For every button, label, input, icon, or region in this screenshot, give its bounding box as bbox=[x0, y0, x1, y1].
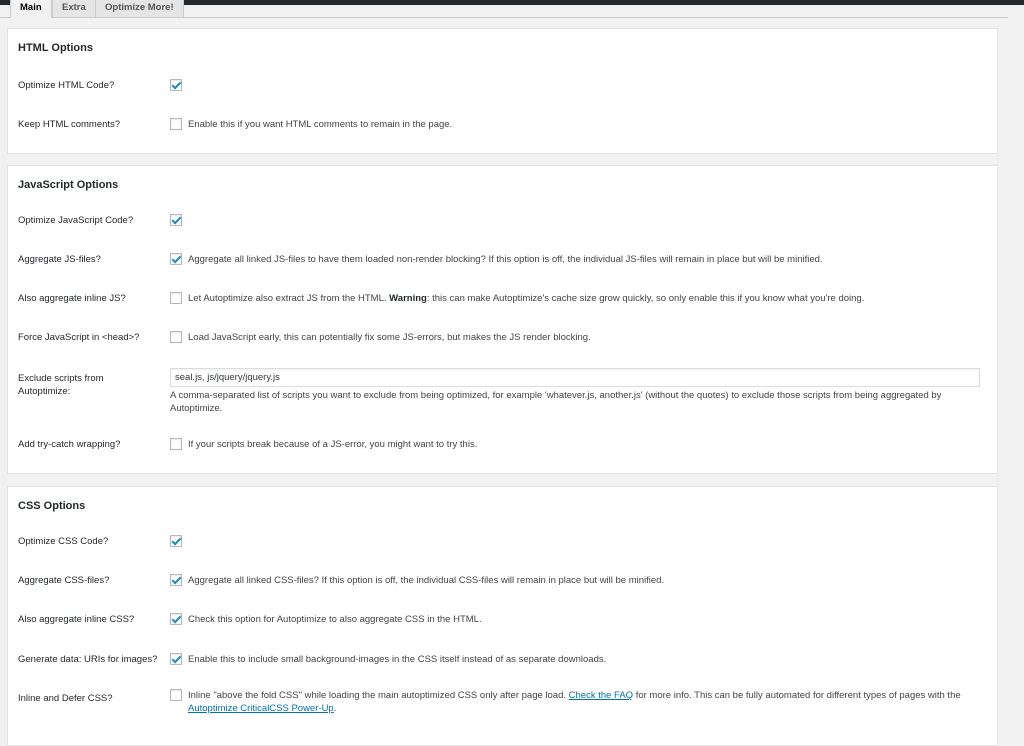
inline-js-checkbox[interactable] bbox=[170, 292, 182, 304]
try-catch-description: If your scripts break because of a JS-er… bbox=[188, 439, 478, 450]
defer-css-desc-end: . bbox=[333, 703, 337, 714]
keep-html-comments-checkbox[interactable] bbox=[170, 118, 182, 130]
force-js-head-checkbox[interactable] bbox=[170, 331, 182, 343]
html-options-panel: HTML Options Optimize HTML Code? Keep HT… bbox=[7, 28, 998, 154]
css-options-panel: CSS Options Optimize CSS Code? Aggregate… bbox=[7, 486, 998, 746]
optimize-js-checkbox[interactable] bbox=[170, 214, 182, 226]
aggregate-js-description: Aggregate all linked JS-files to have th… bbox=[188, 254, 823, 265]
aggregate-js-checkbox[interactable] bbox=[170, 253, 182, 265]
optimize-js-label: Optimize JavaScript Code? bbox=[18, 215, 134, 226]
settings-tabs: Main Extra Optimize More! bbox=[0, 0, 1008, 18]
html-options-title: HTML Options bbox=[18, 42, 93, 54]
inline-css-label: Also aggregate inline CSS? bbox=[18, 614, 135, 625]
check-faq-link[interactable]: Check the FAQ bbox=[569, 690, 633, 701]
try-catch-checkbox[interactable] bbox=[170, 438, 182, 450]
data-uris-label: Generate data: URIs for images? bbox=[18, 654, 158, 665]
tab-main[interactable]: Main bbox=[10, 0, 52, 18]
defer-css-description: Inline "above the fold CSS" while loadin… bbox=[188, 689, 988, 715]
warning-label: Warning bbox=[389, 293, 427, 304]
defer-css-checkbox[interactable] bbox=[170, 689, 182, 701]
criticalcss-powerup-link[interactable]: Autoptimize CriticalCSS Power-Up bbox=[188, 703, 334, 714]
javascript-options-title: JavaScript Options bbox=[18, 179, 119, 191]
data-uris-checkbox[interactable] bbox=[170, 653, 182, 665]
tab-optimize-more[interactable]: Optimize More! bbox=[95, 0, 184, 18]
optimize-html-checkbox[interactable] bbox=[170, 79, 182, 91]
aggregate-js-label: Aggregate JS-files? bbox=[18, 254, 101, 265]
inline-css-checkbox[interactable] bbox=[170, 613, 182, 625]
inline-js-desc-text: Let Autoptimize also extract JS from the… bbox=[188, 293, 390, 304]
optimize-css-checkbox[interactable] bbox=[170, 535, 182, 547]
defer-css-desc-text: Inline "above the fold CSS" while loadin… bbox=[188, 690, 569, 701]
keep-html-comments-description: Enable this if you want HTML comments to… bbox=[188, 119, 453, 130]
inline-js-label: Also aggregate inline JS? bbox=[18, 293, 126, 304]
css-options-title: CSS Options bbox=[18, 500, 86, 512]
aggregate-css-description: Aggregate all linked CSS-files? If this … bbox=[188, 575, 665, 586]
javascript-options-panel: JavaScript Options Optimize JavaScript C… bbox=[7, 165, 998, 474]
optimize-css-label: Optimize CSS Code? bbox=[18, 536, 109, 547]
optimize-html-label: Optimize HTML Code? bbox=[18, 80, 115, 91]
exclude-scripts-description: A comma-separated list of scripts you wa… bbox=[170, 390, 942, 414]
aggregate-css-label: Aggregate CSS-files? bbox=[18, 575, 110, 586]
exclude-scripts-label: Exclude scripts from Autoptimize: bbox=[18, 373, 104, 397]
try-catch-label: Add try-catch wrapping? bbox=[18, 439, 121, 450]
keep-html-comments-label: Keep HTML comments? bbox=[18, 119, 121, 130]
inline-css-description: Check this option for Autoptimize to als… bbox=[188, 614, 482, 625]
defer-css-label: Inline and Defer CSS? bbox=[18, 693, 113, 704]
inline-js-description: Let Autoptimize also extract JS from the… bbox=[188, 292, 988, 305]
inline-js-desc-warning: : this can make Autoptimize's cache size… bbox=[426, 293, 865, 304]
exclude-scripts-input[interactable] bbox=[170, 368, 980, 387]
tab-extra[interactable]: Extra bbox=[52, 0, 96, 18]
force-js-head-label: Force JavaScript in <head>? bbox=[18, 332, 140, 343]
defer-css-desc-middle: for more info. This can be fully automat… bbox=[633, 690, 961, 701]
aggregate-css-checkbox[interactable] bbox=[170, 574, 182, 586]
data-uris-description: Enable this to include small background-… bbox=[188, 654, 607, 665]
force-js-head-description: Load JavaScript early, this can potentia… bbox=[188, 332, 591, 343]
